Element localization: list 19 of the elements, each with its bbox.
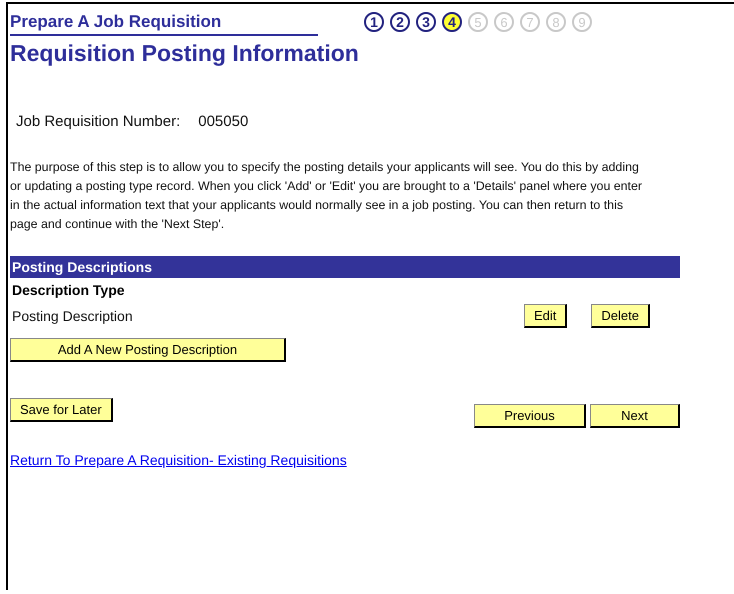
row-action-button[interactable]: Delete [591, 304, 650, 328]
section-header: Posting Descriptions [10, 256, 680, 278]
step-indicator: 2 [390, 12, 410, 32]
column-header: Description Type [12, 282, 126, 298]
step-indicator: 1 [364, 12, 384, 32]
return-link[interactable]: Return To Prepare A Requisition- Existing Requisitions [10, 452, 347, 468]
nav-button[interactable]: Previous [474, 404, 586, 428]
nav-button[interactable]: Next [590, 404, 680, 428]
intro-paragraph: The purpose of this step is to allow you to specify the posting details your applicants will see. You do this by adding or updating a posting type record. When you click 'Add' or 'Edit' you are brought to a 'Details' panel where you enter in the actual information text that your applicants would normally see in a job posting. You can then return to this page and continue with the 'Next Step'. [10, 159, 644, 233]
description-type: Posting Description [12, 308, 134, 324]
page-heading: Requisition Posting Information [10, 40, 360, 67]
page-title: Prepare A Job Requisition [10, 12, 318, 36]
field-value: 005050 [198, 113, 248, 130]
step-indicator: 3 [416, 12, 436, 32]
save-button[interactable]: Save for Later [10, 398, 113, 422]
field-label: Job Requisition Number: [16, 113, 180, 130]
add-button[interactable]: Add A New Posting Description [10, 338, 286, 362]
step-indicator: 4 [442, 12, 462, 32]
row-action-button[interactable]: Edit [524, 304, 568, 328]
